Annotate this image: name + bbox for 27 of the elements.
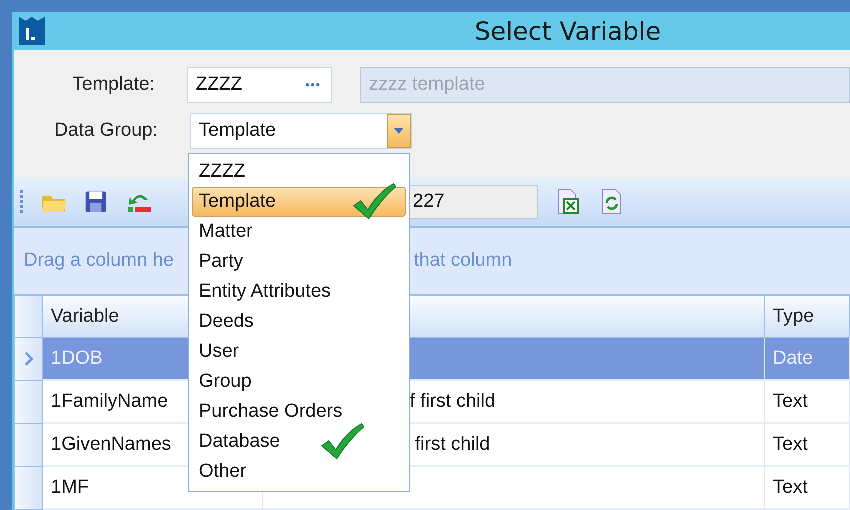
dropdown-item[interactable]: Party [192,247,406,277]
table-cell: Text [765,381,850,424]
row-indicator[interactable] [15,467,43,510]
dropdown-button[interactable] [387,114,411,148]
check-mark-icon [319,422,365,462]
browse-button[interactable]: ••• [306,78,322,92]
template-description-field: zzzz template [360,67,850,103]
table-cell: Text [765,424,850,467]
template-field[interactable]: ZZZZ ••• [187,67,332,103]
row-indicator[interactable] [15,381,43,424]
table-cell: Date [765,338,850,381]
grip-icon [20,189,24,215]
column-header[interactable]: Type [765,296,850,338]
template-label: Template: [72,74,156,96]
app-logo-icon [18,16,46,46]
group-hint-text: Drag a column he [24,250,174,272]
row-indicator[interactable] [15,424,43,467]
check-mark-icon [351,182,397,222]
data-group-label: Data Group: [54,120,158,142]
caret-icon [394,128,404,134]
group-hint-text: that column [414,250,512,272]
dropdown-item[interactable]: ZZZZ [192,157,406,187]
row-indicator[interactable] [15,338,43,381]
dropdown-item[interactable]: Matter [192,217,406,247]
data-group-combo[interactable]: Template [190,113,412,149]
table-cell: Text [765,467,850,510]
window-title: Select Variable [474,16,662,46]
